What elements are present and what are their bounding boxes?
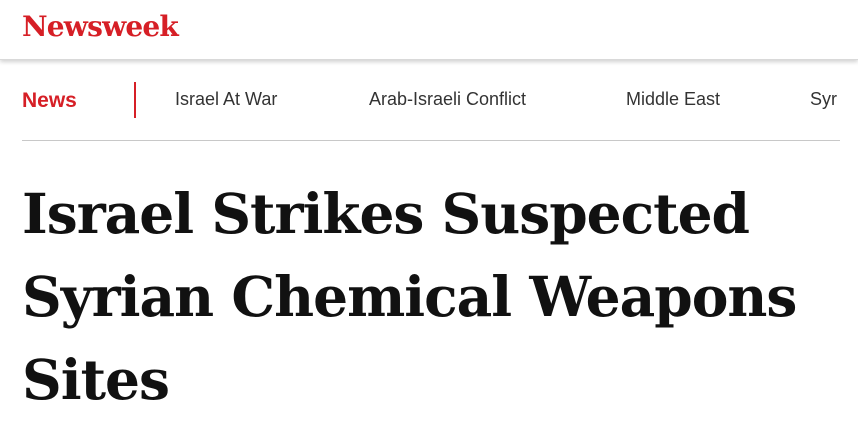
nav-item-israel-at-war[interactable]: Israel At War [175, 89, 277, 110]
divider-rule [22, 140, 840, 141]
nav-item-arab-israeli-conflict[interactable]: Arab-Israeli Conflict [369, 89, 526, 110]
nav-item-syria[interactable]: Syr [810, 89, 837, 110]
newsweek-logo[interactable]: Newsweek [22, 10, 179, 43]
site-header: Newsweek [0, 0, 858, 60]
nav-item-middle-east[interactable]: Middle East [626, 89, 720, 110]
article-headline: Israel Strikes Suspected Syrian Chemical… [22, 181, 797, 412]
section-label-news[interactable]: News [22, 89, 77, 113]
nav-divider [134, 82, 136, 118]
